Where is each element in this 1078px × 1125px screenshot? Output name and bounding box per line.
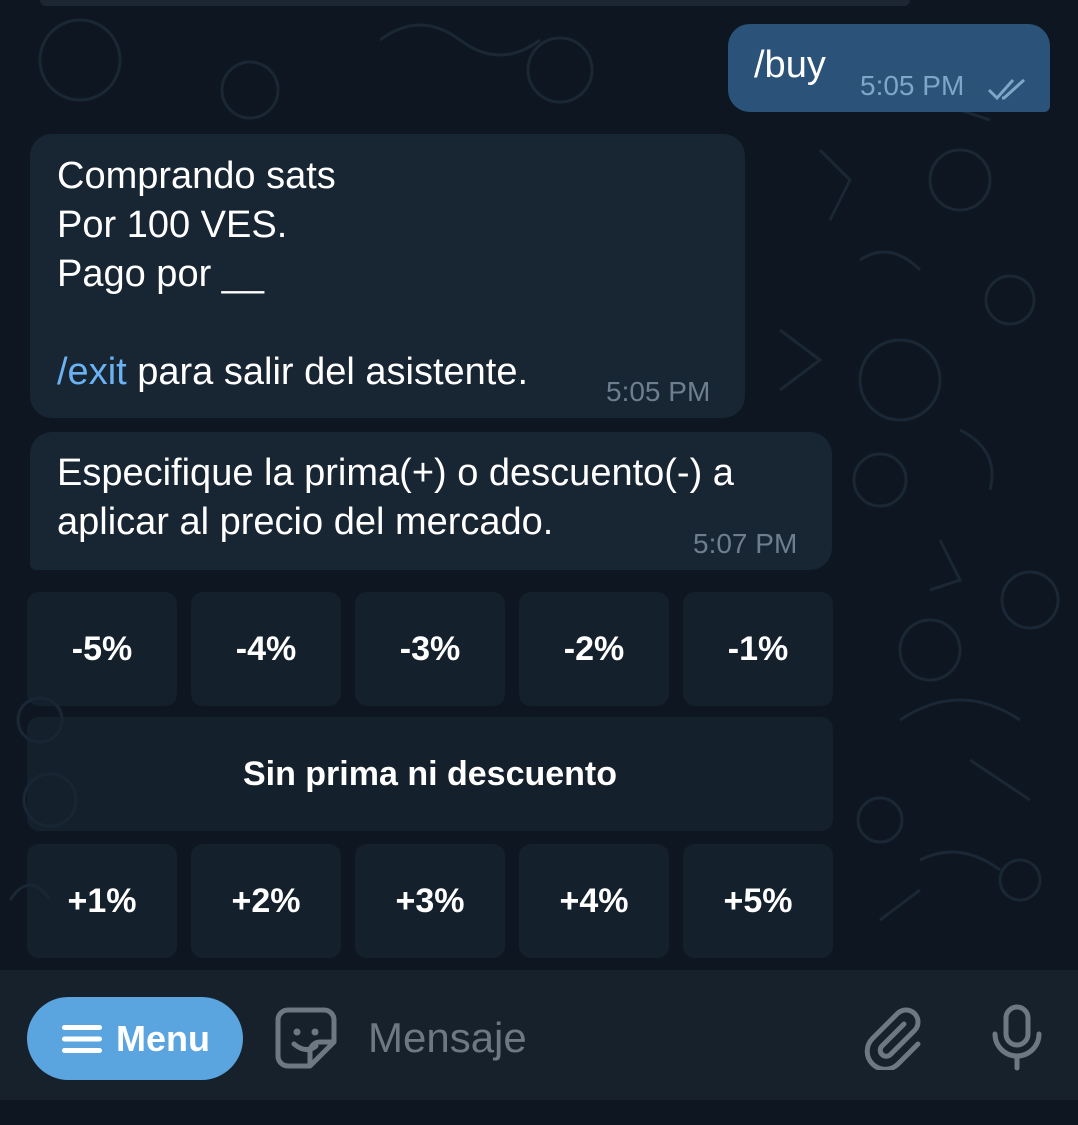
message-text: /buy [754,44,826,86]
exit-command-link[interactable]: /exit [57,351,127,393]
command-description: para salir del asistente. [126,351,529,393]
previous-message-edge [40,0,910,6]
keyboard-button-plus5[interactable]: +5% [683,844,833,958]
message-time: 5:07 PM [693,528,798,559]
paperclip-icon[interactable] [860,1006,922,1070]
sticker-icon[interactable] [274,1006,338,1070]
keyboard-button-minus2[interactable]: -2% [519,592,669,706]
keyboard-button-plus2[interactable]: +2% [191,844,341,958]
microphone-icon[interactable] [990,1004,1044,1072]
system-navigation-strip [0,1100,1078,1125]
menu-button[interactable]: Menu [27,997,243,1080]
keyboard-button-minus3[interactable]: -3% [355,592,505,706]
message-time: 5:05 PM [606,376,711,407]
message-time: 5:05 PM [860,70,965,101]
keyboard-button-minus5[interactable]: -5% [27,592,177,706]
message-line: Comprando sats [57,155,336,197]
keyboard-button-plus3[interactable]: +3% [355,844,505,958]
incoming-message[interactable]: Especifique la prima(+) o descuento(-) a… [30,432,832,570]
message-line: /exit para salir del asistente. [57,348,528,396]
keyboard-button-minus4[interactable]: -4% [191,592,341,706]
keyboard-button-plus4[interactable]: +4% [519,844,669,958]
menu-lines-icon [62,1024,102,1053]
keyboard-button-minus1[interactable]: -1% [683,592,833,706]
message-line: Pago por __ [57,253,265,295]
message-line: Por 100 VES. [57,204,288,246]
incoming-message[interactable]: Comprando sats Por 100 VES. Pago por __ … [30,134,745,418]
outgoing-message[interactable]: /buy 5:05 PM [728,24,1050,112]
message-line: aplicar al precio del mercado. [57,501,554,543]
message-input[interactable]: Mensaje [368,1014,527,1062]
menu-label: Menu [116,1017,210,1059]
keyboard-button-no-premium[interactable]: Sin prima ni descuento [27,717,833,831]
message-line: Especifique la prima(+) o descuento(-) a [57,452,734,494]
double-check-icon [987,78,1026,101]
keyboard-button-plus1[interactable]: +1% [27,844,177,958]
